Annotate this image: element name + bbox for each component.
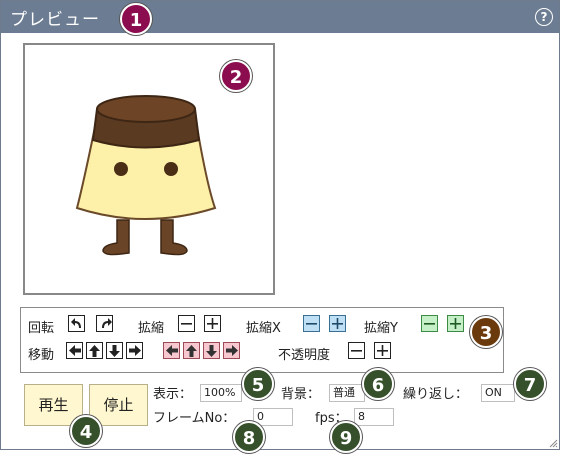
minus-icon (351, 350, 362, 352)
transform-control-panel: 回転 拡縮 拡縮X 拡縮Y 移動 不透明度 (20, 307, 504, 373)
background-label: 背景： (281, 387, 321, 402)
fps-field[interactable]: 8 (354, 408, 394, 426)
arrow-down-icon (206, 345, 217, 357)
opacity-label: 不透明度 (278, 348, 331, 363)
rotate-ccw-icon (71, 318, 81, 328)
scale-minus-button[interactable] (178, 315, 195, 332)
minus-icon (424, 323, 435, 325)
annotation-badge-7: 7 (514, 368, 546, 400)
resize-grip-icon[interactable] (548, 438, 558, 448)
opacity-minus-button[interactable] (348, 342, 365, 359)
repeat-label: 繰り返し： (403, 387, 469, 402)
title-bar: プレビュー ? (1, 1, 559, 33)
fine-move-left-button[interactable] (163, 342, 180, 359)
annotation-badge-3: 3 (470, 316, 502, 348)
preview-window: プレビュー ? 回転 拡縮 拡縮X 拡縮Y 移動 不透明度 再生 停止 表示： … (0, 0, 560, 453)
left-leg (102, 219, 130, 256)
frame-number-field[interactable]: 0 (253, 408, 293, 426)
repeat-select[interactable]: ON (481, 384, 515, 402)
move-right-button[interactable] (126, 342, 143, 359)
move-left-button[interactable] (66, 342, 83, 359)
annotation-badge-2: 2 (220, 60, 252, 92)
minus-icon (306, 323, 317, 325)
arrow-right-icon (129, 345, 141, 356)
move-down-button[interactable] (106, 342, 123, 359)
annotation-badge-4: 4 (70, 415, 102, 447)
scale-plus-button[interactable] (204, 315, 221, 332)
arrow-up-icon (89, 345, 100, 357)
scale-label: 拡縮 (138, 321, 165, 336)
scale-x-minus-button[interactable] (303, 315, 320, 332)
fine-move-right-button[interactable] (223, 342, 240, 359)
scale-x-label: 拡縮X (246, 321, 281, 336)
move-up-button[interactable] (86, 342, 103, 359)
plus-icon (450, 318, 461, 329)
window-title: プレビュー (10, 10, 100, 30)
help-icon[interactable]: ? (535, 8, 553, 26)
rotate-left-button[interactable] (68, 315, 85, 332)
annotation-badge-8: 8 (233, 421, 265, 453)
caramel-top (96, 95, 196, 123)
scale-x-plus-button[interactable] (329, 315, 346, 332)
arrow-up-icon (186, 345, 197, 357)
arrow-left-icon (69, 345, 81, 356)
scale-y-label: 拡縮Y (364, 321, 398, 336)
annotation-badge-1: 1 (120, 3, 152, 35)
background-select[interactable]: 普通 (329, 384, 365, 402)
display-zoom-select[interactable]: 100% (200, 384, 242, 402)
annotation-badge-9: 9 (330, 421, 362, 453)
minus-icon (181, 323, 192, 325)
fine-move-up-button[interactable] (183, 342, 200, 359)
frame-number-label: フレームNo： (153, 411, 236, 426)
arrow-left-icon (166, 345, 178, 356)
move-label: 移動 (28, 348, 55, 363)
opacity-plus-button[interactable] (374, 342, 391, 359)
plus-icon (332, 318, 343, 329)
arrow-right-icon (226, 345, 238, 356)
arrow-down-icon (109, 345, 120, 357)
annotation-badge-6: 6 (362, 368, 394, 400)
rotate-cw-icon (102, 318, 112, 328)
plus-icon (207, 318, 218, 329)
plus-icon (377, 345, 388, 356)
display-label: 表示： (153, 387, 193, 402)
left-eye (114, 162, 128, 176)
rotate-label: 回転 (28, 321, 55, 336)
fine-move-down-button[interactable] (203, 342, 220, 359)
annotation-badge-5: 5 (242, 368, 274, 400)
right-eye (164, 162, 178, 176)
scale-y-minus-button[interactable] (421, 315, 438, 332)
scale-y-plus-button[interactable] (447, 315, 464, 332)
rotate-right-button[interactable] (96, 315, 113, 332)
right-leg (160, 219, 188, 256)
